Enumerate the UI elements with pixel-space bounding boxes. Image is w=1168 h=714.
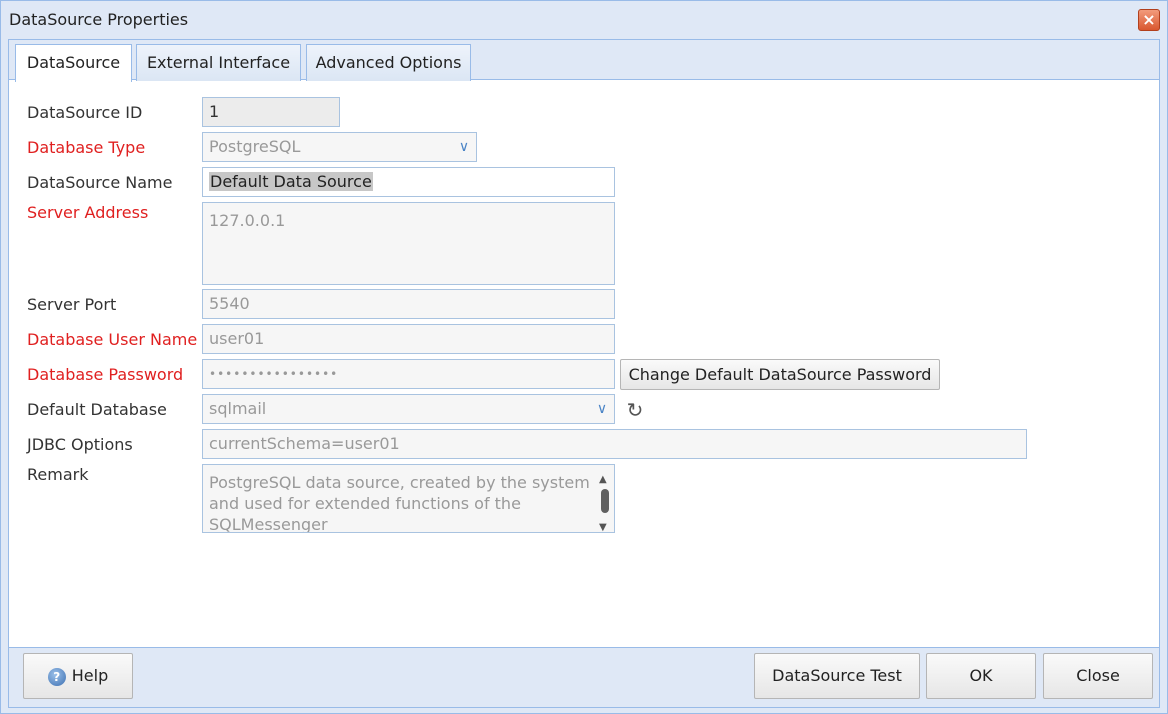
change-password-button[interactable]: Change Default DataSource Password (620, 359, 940, 390)
close-icon[interactable]: × (1138, 9, 1160, 31)
label-datasource-id: DataSource ID (27, 103, 143, 122)
tab-advanced-options[interactable]: Advanced Options (306, 44, 471, 81)
tab-datasource[interactable]: DataSource (15, 44, 132, 82)
server-port-input[interactable]: 5540 (202, 289, 615, 319)
tab-strip: DataSource External Interface Advanced O… (9, 40, 1159, 82)
server-port-value: 5540 (209, 294, 250, 313)
help-label: Help (71, 666, 109, 685)
scroll-up-icon[interactable]: ▲ (599, 469, 607, 490)
datasource-id-value: 1 (209, 102, 220, 121)
dialog-window: DataSource Properties × DataSource Exter… (0, 0, 1168, 714)
help-icon: ? (47, 667, 66, 686)
chevron-down-icon[interactable]: ∨ (452, 133, 476, 161)
scroll-thumb[interactable] (601, 489, 609, 513)
server-address-textarea[interactable]: 127.0.0.1 (202, 202, 615, 285)
database-user-name-value: user01 (209, 329, 265, 348)
datasource-test-button[interactable]: DataSource Test (754, 653, 920, 699)
remark-scrollbar[interactable]: ▲ ▼ (598, 469, 612, 532)
label-database-password: Database Password (27, 365, 184, 384)
label-server-port: Server Port (27, 295, 117, 314)
datasource-name-input[interactable]: Default Data Source (202, 167, 615, 197)
window-title: DataSource Properties (9, 10, 189, 29)
default-database-value: sqlmail (209, 399, 267, 418)
refresh-icon[interactable]: ↻ (623, 398, 647, 422)
help-button[interactable]: ? Help (23, 653, 133, 699)
chevron-down-icon[interactable]: ∨ (590, 395, 614, 423)
tab-label: Advanced Options (315, 53, 462, 72)
datasource-id-field[interactable]: 1 (202, 97, 340, 127)
datasource-name-value: Default Data Source (209, 172, 373, 191)
label-jdbc-options: JDBC Options (27, 435, 133, 454)
database-user-name-input[interactable]: user01 (202, 324, 615, 354)
remark-textarea[interactable]: PostgreSQL data source, created by the s… (202, 464, 615, 533)
remark-value: PostgreSQL data source, created by the s… (209, 473, 590, 533)
label-server-address: Server Address (27, 203, 149, 222)
label-default-database: Default Database (27, 400, 167, 419)
jdbc-options-input[interactable]: currentSchema=user01 (202, 429, 1027, 459)
tab-label: DataSource (26, 53, 121, 72)
tab-external-interface[interactable]: External Interface (136, 44, 301, 81)
default-database-select[interactable]: sqlmail ∨ (202, 394, 615, 424)
database-type-select[interactable]: PostgreSQL ∨ (202, 132, 477, 162)
ok-button[interactable]: OK (926, 653, 1036, 699)
label-remark: Remark (27, 465, 89, 484)
database-type-value: PostgreSQL (209, 137, 301, 156)
label-datasource-name: DataSource Name (27, 173, 173, 192)
database-password-value: •••••••••••••••• (209, 367, 339, 381)
label-database-user-name: Database User Name (27, 330, 198, 349)
tab-label: External Interface (146, 53, 291, 72)
scroll-down-icon[interactable]: ▼ (599, 517, 607, 532)
jdbc-options-value: currentSchema=user01 (209, 434, 400, 453)
database-password-input[interactable]: •••••••••••••••• (202, 359, 615, 389)
server-address-value: 127.0.0.1 (209, 211, 286, 230)
title-bar[interactable]: DataSource Properties × (1, 1, 1167, 39)
label-database-type: Database Type (27, 138, 146, 157)
close-button[interactable]: Close (1043, 653, 1153, 699)
